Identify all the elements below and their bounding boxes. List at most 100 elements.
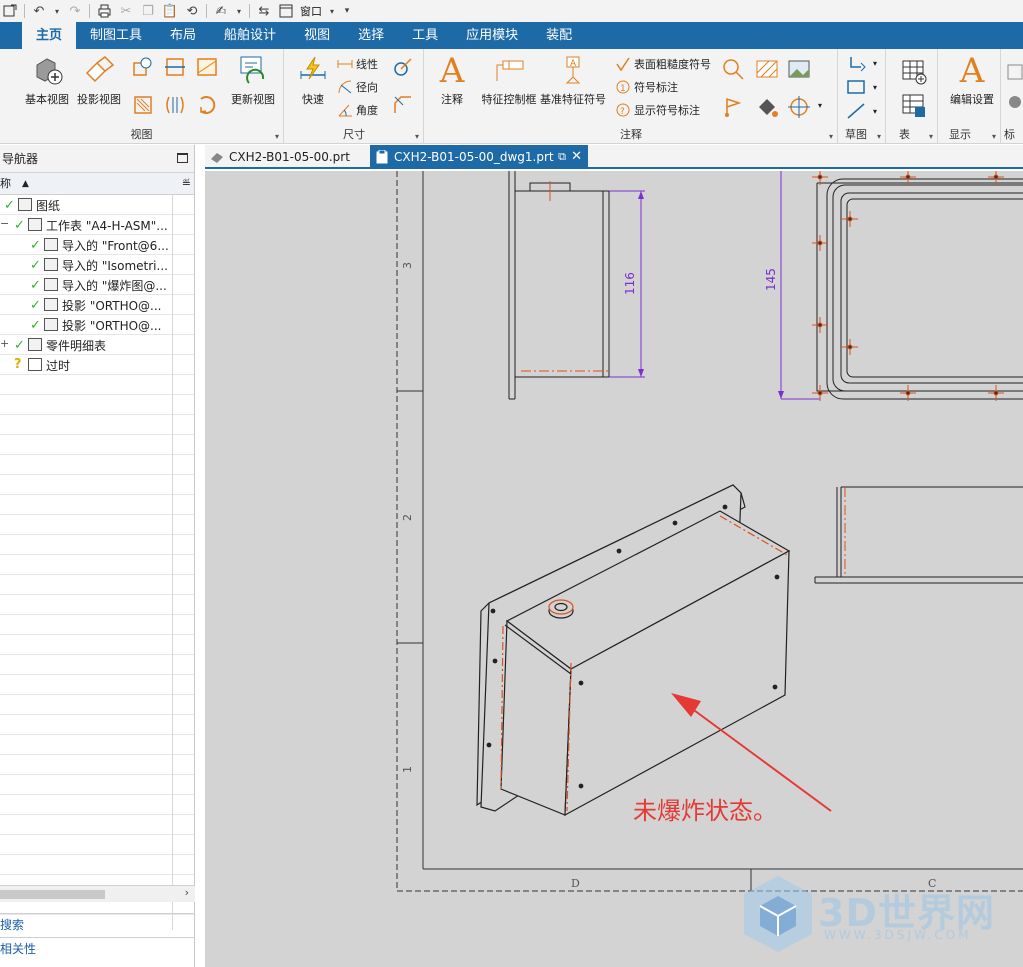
rectangle-dropdown-icon[interactable]: ▾ [873, 83, 877, 92]
section-line-icon[interactable] [131, 93, 155, 117]
isometric-view[interactable] [476, 484, 791, 817]
rapid-dimension-button[interactable]: 快速 [287, 55, 339, 107]
image-icon[interactable] [787, 57, 811, 81]
customize-toolbar-icon[interactable]: ▾ [342, 3, 352, 19]
scrollbar-thumb[interactable] [0, 890, 105, 899]
dependencies-section[interactable]: 相关性 [0, 937, 195, 959]
dimension-group-expand-icon[interactable]: ▾ [415, 132, 419, 141]
section-view-icon[interactable] [163, 55, 187, 79]
radial-dimension-button[interactable]: 径向 [337, 78, 378, 96]
show-symbol-note-button[interactable]: ? 显示符号标注 [615, 101, 700, 119]
maximize-icon[interactable] [177, 153, 188, 163]
print-icon[interactable] [96, 3, 112, 19]
search-section[interactable]: 搜索 [0, 913, 195, 935]
redo-icon[interactable]: ↷ [67, 3, 83, 19]
tab-drafting-tools[interactable]: 制图工具 [76, 22, 156, 49]
tab-application[interactable]: 应用模块 [452, 22, 532, 49]
tab-home[interactable]: 主页 [22, 22, 77, 49]
undo-dropdown-icon[interactable]: ▾ [53, 3, 61, 19]
sketch-group-expand-icon[interactable]: ▾ [877, 132, 881, 141]
pin-icon[interactable]: ⧉ [558, 145, 566, 169]
copy-icon[interactable]: ❐ [140, 3, 156, 19]
datum-feature-button[interactable]: A 基准特征符号 [538, 55, 608, 107]
tree-node[interactable]: ✓ 投影 "ORTHO@... [0, 295, 194, 315]
balloon-icon[interactable] [721, 57, 745, 81]
view-break-icon[interactable] [163, 93, 187, 117]
area-fill-icon[interactable] [755, 57, 779, 81]
annotation-group-expand-icon[interactable]: ▾ [829, 132, 833, 141]
navigator-column-header[interactable]: 称 ▲ ≝ [0, 173, 194, 195]
view-icon[interactable] [1006, 63, 1023, 81]
rectangle-icon[interactable] [845, 77, 867, 97]
tree-node[interactable]: ✓ 图纸 [0, 195, 194, 215]
front-view[interactable] [816, 178, 1023, 400]
view-group-expand-icon[interactable]: ▾ [275, 132, 279, 141]
line-icon[interactable] [845, 101, 867, 121]
tree-node[interactable]: ✓ 导入的 "Isometri... [0, 255, 194, 275]
tree-node[interactable]: − ✓ 工作表 "A4-H-ASM"... [0, 215, 194, 235]
projected-view-button[interactable]: 投影视图 [72, 55, 126, 107]
save-icon[interactable] [2, 3, 18, 19]
sketch-dropdown-icon[interactable]: ▾ [873, 59, 877, 68]
switch-window-icon[interactable]: ⇆ [256, 3, 272, 19]
tree-node[interactable]: ✓ 投影 "ORTHO@... [0, 315, 194, 335]
undo-icon[interactable]: ↶ [31, 3, 47, 19]
window-menu-label[interactable]: 窗口 [300, 3, 322, 19]
revolved-view-icon[interactable] [195, 93, 219, 117]
detail-view-icon[interactable] [131, 55, 155, 79]
touch-mode-dropdown-icon[interactable]: ▾ [235, 3, 243, 19]
edit-settings-button[interactable]: A 编辑设置 [943, 54, 1001, 107]
tab-assembly[interactable]: 装配 [532, 22, 586, 49]
hole-callout-icon[interactable] [391, 55, 415, 79]
horizontal-scrollbar[interactable]: › [0, 885, 195, 902]
tab-view[interactable]: 视图 [290, 22, 344, 49]
tree-node[interactable]: + ✓ 零件明细表 [0, 335, 194, 355]
table-group-expand-icon[interactable]: ▾ [929, 132, 933, 141]
tree-node[interactable]: ? 过时 [0, 355, 194, 375]
expand-icon[interactable]: + [0, 337, 9, 350]
gear-icon[interactable] [1006, 93, 1023, 111]
feature-control-frame-button[interactable]: 特征控制框 [477, 55, 541, 107]
window-icon[interactable] [278, 3, 294, 19]
column-menu-icon[interactable]: ≝ [182, 173, 191, 195]
tab-tools[interactable]: 工具 [398, 22, 452, 49]
side-view[interactable] [508, 171, 610, 400]
tabular-note-icon[interactable] [901, 59, 927, 85]
chamfer-dimension-icon[interactable] [391, 93, 415, 117]
line-dropdown-icon[interactable]: ▾ [873, 107, 877, 116]
window-dropdown-icon[interactable]: ▾ [328, 3, 336, 19]
close-tab-icon[interactable]: ✕ [571, 145, 582, 169]
collapse-icon[interactable]: − [0, 217, 9, 230]
surface-finish-button[interactable]: 表面粗糙度符号 [615, 55, 711, 73]
tab-select[interactable]: 选择 [344, 22, 398, 49]
repeat-command-icon[interactable]: ⟲ [184, 3, 200, 19]
cut-icon[interactable]: ✂ [118, 3, 134, 19]
document-tab-part[interactable]: CXH2-B01-05-00.prt [205, 145, 368, 169]
tree-node[interactable]: ✓ 导入的 "Front@6... [0, 235, 194, 255]
document-tab-drawing[interactable]: CXH2-B01-05-00_dwg1.prt ⧉ ✕ [370, 145, 588, 169]
angular-dimension-button[interactable]: 角度 [337, 101, 378, 119]
display-group-expand-icon[interactable]: ▾ [992, 132, 996, 141]
sketch-icon[interactable] [845, 53, 867, 75]
fill-icon[interactable] [755, 95, 779, 119]
symbol-note-button[interactable]: 1 符号标注 [615, 78, 678, 96]
drawing-canvas[interactable]: 3 2 1 D C 116 145 未爆炸状态。 [205, 171, 1023, 967]
dimension-116[interactable]: 116 [609, 190, 645, 378]
break-view-icon[interactable] [195, 55, 219, 79]
tree-node[interactable]: ✓ 导入的 "爆炸图@... [0, 275, 194, 295]
tab-ship-design[interactable]: 船舶设计 [210, 22, 290, 49]
linear-dimension-button[interactable]: 线性 [337, 55, 378, 73]
tab-layout[interactable]: 布局 [156, 22, 210, 49]
right-view[interactable] [814, 486, 1023, 584]
note-button[interactable]: A 注释 [427, 54, 477, 107]
sort-ascending-icon[interactable]: ▲ [22, 173, 29, 195]
center-mark-dropdown-icon[interactable]: ▾ [818, 101, 822, 110]
center-mark-icon[interactable] [787, 95, 811, 119]
parts-list-icon[interactable] [901, 93, 927, 119]
base-view-button[interactable]: 基本视图 [20, 55, 74, 107]
dimension-145[interactable]: 145 [764, 171, 820, 400]
target-point-icon[interactable] [721, 95, 745, 119]
touch-mode-icon[interactable]: ✍ [213, 3, 229, 19]
update-view-button[interactable]: 更新视图 [226, 55, 280, 107]
paste-icon[interactable]: 📋 [162, 3, 178, 19]
